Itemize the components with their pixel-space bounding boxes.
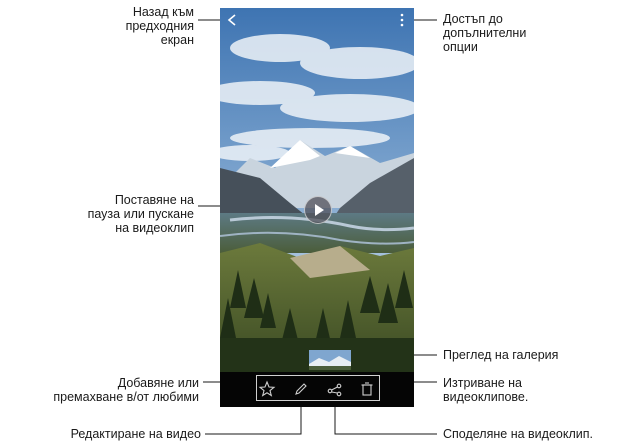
callout-text: екран bbox=[160, 33, 194, 47]
callout-text: Изтриване на bbox=[443, 376, 523, 390]
callout-text: Редактиране на видео bbox=[70, 427, 201, 441]
callout-text: Достъп до bbox=[443, 12, 503, 26]
callout-gallery-preview: Преглед на галерия bbox=[443, 348, 558, 362]
trash-icon[interactable] bbox=[358, 380, 376, 398]
play-icon bbox=[315, 204, 324, 216]
callout-share: Споделяне на видеоклип. bbox=[443, 427, 593, 441]
callout-text: допълнителни bbox=[443, 26, 527, 40]
more-options-icon[interactable] bbox=[394, 12, 410, 28]
callout-text: Споделяне на видеоклип. bbox=[443, 427, 593, 441]
star-icon[interactable] bbox=[258, 380, 276, 398]
callout-text: опции bbox=[443, 40, 478, 54]
play-pause-button[interactable] bbox=[304, 196, 332, 224]
back-arrow-icon[interactable] bbox=[224, 12, 240, 28]
share-icon[interactable] bbox=[326, 380, 344, 398]
callout-text: Преглед на галерия bbox=[443, 348, 559, 362]
gallery-preview-thumbnail[interactable] bbox=[309, 350, 351, 370]
callout-text: пауза или пускане bbox=[87, 207, 194, 221]
callout-edit: Редактиране на видео bbox=[71, 427, 201, 441]
callout-favorites: Добавяне или премахване в/от любими bbox=[53, 376, 199, 404]
pencil-icon[interactable] bbox=[292, 380, 310, 398]
callout-text: Назад към bbox=[132, 5, 194, 19]
callout-text: Поставяне на bbox=[114, 193, 194, 207]
callout-text: Добавяне или bbox=[117, 376, 199, 390]
top-bar bbox=[220, 8, 414, 32]
callout-text: премахване в/от любими bbox=[53, 390, 199, 404]
bottom-toolbar bbox=[220, 372, 414, 407]
callout-delete: Изтриване на видеоклипове. bbox=[443, 376, 528, 404]
callout-text: предходния bbox=[125, 19, 194, 33]
callout-text: видеоклипове. bbox=[443, 390, 529, 404]
callout-text: на видеоклип bbox=[115, 221, 194, 235]
phone-screen bbox=[220, 8, 414, 407]
callout-play-pause: Поставяне на пауза или пускане на видеок… bbox=[88, 193, 194, 235]
callout-more-options: Достъп до допълнителни опции bbox=[443, 12, 526, 54]
callout-back: Назад към предходния екран bbox=[126, 5, 194, 47]
